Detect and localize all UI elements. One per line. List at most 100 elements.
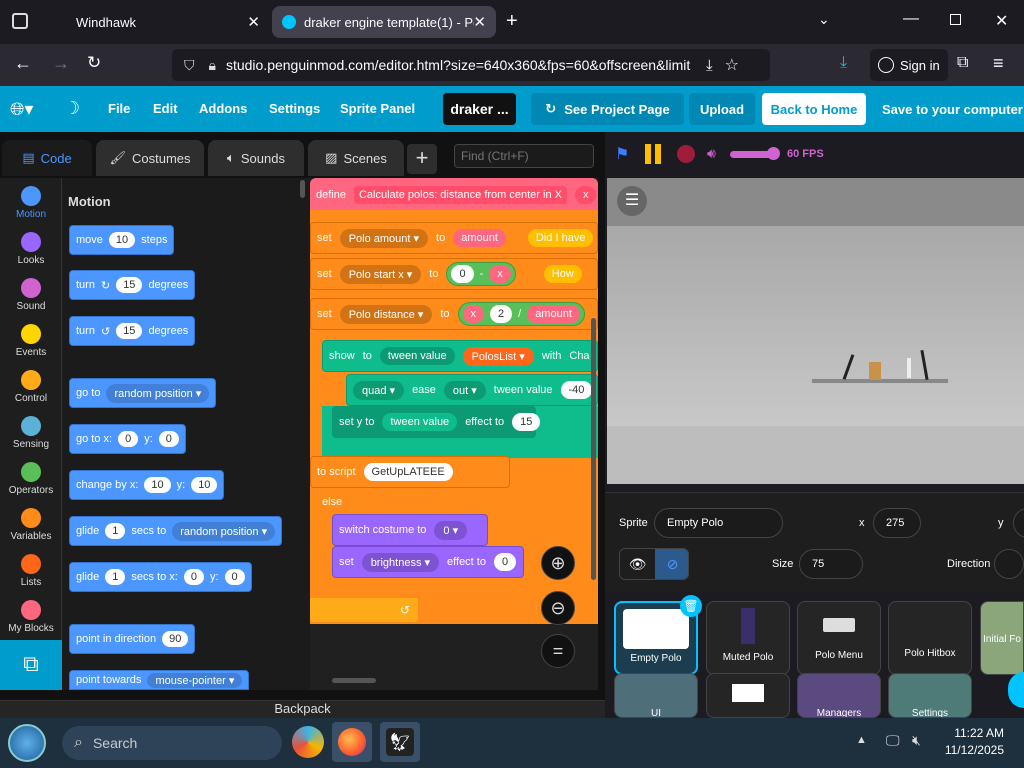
network-icon[interactable]: 🖵︎ — [886, 732, 900, 749]
zoom-in-icon[interactable]: ⊕ — [541, 546, 575, 580]
tab-list-icon[interactable] — [12, 13, 28, 29]
restore-icon[interactable] — [950, 14, 961, 25]
firefox-taskbar-button[interactable] — [332, 722, 372, 762]
reporter-amount[interactable]: amount — [527, 305, 580, 323]
category-my-blocks[interactable]: My Blocks — [0, 600, 62, 634]
backpack[interactable]: Backpack — [0, 700, 605, 718]
script-name-input[interactable]: GetUpLATEEE — [363, 463, 453, 481]
direction-input[interactable] — [994, 549, 1024, 579]
effect-dropdown[interactable]: brightness ▾ — [361, 552, 440, 572]
sign-in-button[interactable]: Sign in — [870, 49, 948, 81]
theme-moon-icon[interactable]: ☽ — [64, 98, 80, 119]
ease-dropdown[interactable]: quad ▾ — [353, 380, 405, 400]
variable-dropdown[interactable]: Polo start x ▾ — [339, 264, 422, 284]
size-input[interactable] — [799, 549, 863, 579]
save-to-computer-button[interactable]: Save to your computer — [874, 93, 1024, 125]
add-extension-button[interactable]: ⧉ — [0, 640, 62, 690]
back-to-home-button[interactable]: Back to Home — [762, 93, 866, 125]
block-point-direction[interactable]: point in direction 90 — [69, 624, 196, 654]
menu-addons[interactable]: Addons — [199, 86, 247, 132]
url-bar[interactable]: ⛉ 🔒︎ studio.penguinmod.com/editor.html?s… — [172, 49, 770, 81]
reporter-x[interactable]: x — [462, 305, 484, 323]
add-sprite-button[interactable] — [1008, 672, 1024, 708]
volume-icon[interactable]: 🔇︎ — [912, 732, 921, 749]
reporter-extra[interactable]: Did I have — [527, 229, 594, 247]
block-glide-xy[interactable]: glide 1 secs to x: 0 y: 0 — [69, 562, 252, 592]
variable-dropdown[interactable]: Polo amount ▾ — [339, 228, 429, 248]
number-input[interactable]: 10 — [191, 477, 218, 493]
sprite-tile-ui[interactable]: UI — [614, 673, 698, 718]
zoom-out-icon[interactable]: ⊖ — [541, 591, 575, 625]
start-button[interactable] — [8, 724, 46, 762]
clock[interactable]: 11:22 AM 11/12/2025 — [938, 726, 1004, 757]
number-input[interactable]: 10 — [108, 232, 136, 248]
see-project-page-button[interactable]: ↻ See Project Page — [531, 93, 684, 125]
stage-canvas[interactable]: ☰ — [607, 178, 1024, 484]
url-text[interactable]: studio.penguinmod.com/editor.html?size=6… — [226, 57, 696, 73]
tween-ease-block[interactable]: quad ▾ ease out ▾ tween value -40 — [346, 374, 598, 406]
reporter-amount[interactable]: amount — [453, 229, 506, 247]
costume-dropdown[interactable]: 0 ▾ — [434, 520, 468, 540]
y-input[interactable] — [1013, 508, 1024, 538]
menu-edit[interactable]: Edit — [153, 86, 178, 132]
minimize-icon[interactable]: — — [903, 10, 919, 28]
delete-trash-icon[interactable]: 🗑︎ — [680, 595, 702, 617]
number-input[interactable]: 0 — [158, 431, 179, 447]
sprite-tile-polo-menu[interactable]: Polo Menu — [797, 601, 881, 675]
back-icon[interactable]: ← — [14, 53, 32, 74]
download-icon[interactable]: ⤓ — [840, 54, 847, 72]
category-looks[interactable]: Looks — [0, 232, 62, 266]
sprite-name-input[interactable] — [654, 508, 783, 538]
category-lists[interactable]: Lists — [0, 554, 62, 588]
reporter-extra[interactable]: How — [543, 265, 582, 283]
close-icon[interactable]: ✕ — [473, 13, 486, 31]
to-script-block[interactable]: to script GetUpLATEEE — [310, 456, 510, 488]
sprite-tile-settings[interactable]: Settings — [888, 673, 972, 718]
palette-scrollbar[interactable] — [300, 180, 305, 198]
divide-operator[interactable]: x 2 / amount — [457, 302, 585, 326]
number-input[interactable]: 0 — [118, 431, 139, 447]
dropdown[interactable]: random position ▾ — [172, 521, 276, 541]
forward-icon[interactable]: → — [52, 53, 70, 74]
define-arg[interactable]: x — [574, 186, 597, 204]
category-sound[interactable]: Sound — [0, 278, 62, 312]
subtract-operator[interactable]: 0 - x — [446, 262, 516, 286]
number-input[interactable]: 0 — [224, 569, 245, 585]
stage-menu-icon[interactable]: ☰ — [617, 186, 647, 216]
sprite-tile-managers[interactable]: Managers — [797, 673, 881, 718]
app-icon-1[interactable] — [292, 726, 324, 758]
show-tween-block[interactable]: show to tween value PolosList ▾ with Cha — [322, 340, 598, 372]
new-tab-icon[interactable]: + — [506, 10, 518, 33]
reporter-tween-value[interactable]: tween value — [382, 413, 458, 431]
dropdown[interactable]: random position ▾ — [106, 383, 210, 403]
block-glide-random[interactable]: glide 1 secs to random position ▾ — [69, 516, 283, 546]
block-turn-right[interactable]: turn ↻ 15 degrees — [69, 270, 196, 300]
find-input[interactable] — [454, 144, 594, 168]
direction-dropdown[interactable]: out ▾ — [443, 380, 486, 400]
number-input[interactable]: 1 — [105, 523, 126, 539]
tab-penguinmod[interactable]: draker engine template(1) - Pen ✕ — [272, 6, 496, 38]
green-flag-icon[interactable]: ⚑ — [615, 144, 629, 164]
workspace-hscrollbar[interactable] — [332, 678, 376, 683]
reporter-tween-value[interactable]: tween value — [379, 347, 455, 365]
number-input[interactable]: 15 — [116, 323, 143, 339]
language-globe-icon[interactable]: 🌐︎▾ — [10, 99, 33, 120]
chevron-down-icon[interactable]: ⌄ — [818, 11, 830, 28]
number-input[interactable]: 15 — [512, 413, 541, 431]
number-input[interactable]: 0 — [183, 569, 204, 585]
taskbar-search[interactable]: ⌕ Search — [62, 726, 282, 760]
pause-icon[interactable] — [645, 144, 651, 164]
set-polo-amount-block[interactable]: set Polo amount ▾ to amount Did I have — [310, 222, 598, 254]
sprite-tile-polo-hitbox[interactable]: Polo Hitbox — [888, 601, 972, 675]
category-motion[interactable]: Motion — [0, 186, 62, 220]
category-sensing[interactable]: Sensing — [0, 416, 62, 450]
extensions-icon[interactable]: ⧉ — [957, 54, 968, 72]
sprite-tile-blank[interactable] — [706, 673, 790, 718]
menu-sprite-panel[interactable]: Sprite Panel — [340, 86, 415, 132]
number-input[interactable]: 90 — [162, 631, 189, 647]
block-change-by[interactable]: change by x: 10 y: 10 — [69, 470, 225, 500]
block-go-to-xy[interactable]: go to x: 0 y: 0 — [69, 424, 186, 454]
block-go-to[interactable]: go to random position ▾ — [69, 378, 217, 408]
add-tab-icon[interactable]: + — [407, 144, 437, 174]
sprite-tile-initial[interactable]: Initial Fo — [980, 601, 1024, 675]
